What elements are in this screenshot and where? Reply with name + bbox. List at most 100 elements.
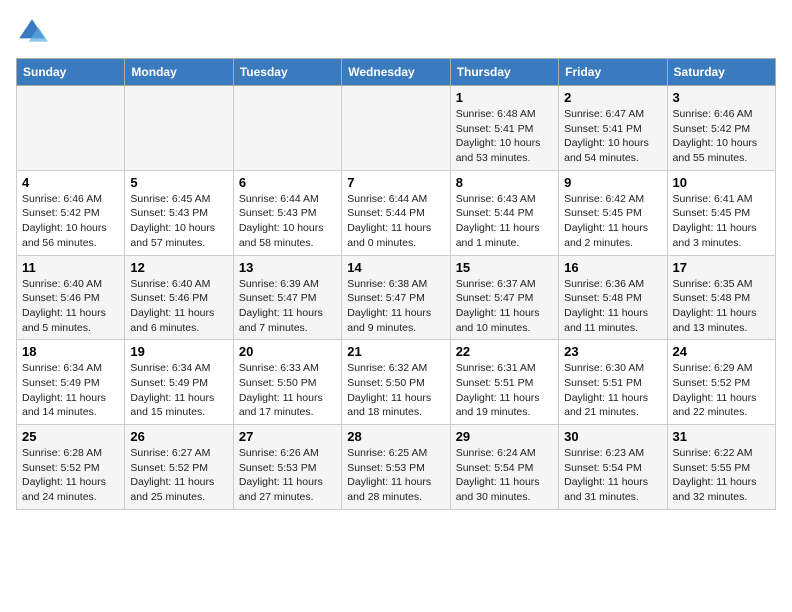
calendar-table: SundayMondayTuesdayWednesdayThursdayFrid… (16, 58, 776, 510)
cell-info: Sunrise: 6:22 AM Sunset: 5:55 PM Dayligh… (673, 446, 770, 505)
date-number: 2 (564, 90, 661, 105)
calendar-cell: 18Sunrise: 6:34 AM Sunset: 5:49 PM Dayli… (17, 340, 125, 425)
calendar-week-row: 11 Sunrise: 6:40 AM Sunset: 5:46 PM Dayli… (17, 255, 776, 340)
cell-info: Sunrise: 6:47 AM Sunset: 5:41 PM Dayligh… (564, 107, 661, 166)
day-header-tuesday: Tuesday (233, 59, 341, 86)
calendar-cell: 29 Sunrise: 6:24 AM Sunset: 5:54 PM Dayli… (450, 425, 558, 510)
calendar-cell: 30 Sunrise: 6:23 AM Sunset: 5:54 PM Dayli… (559, 425, 667, 510)
calendar-cell: 13Sunrise: 6:39 AM Sunset: 5:47 PM Dayli… (233, 255, 341, 340)
calendar-cell: 1 Sunrise: 6:48 AM Sunset: 5:41 PM Daylig… (450, 86, 558, 171)
calendar-cell: 23Sunrise: 6:30 AM Sunset: 5:51 PM Dayli… (559, 340, 667, 425)
cell-info: Sunrise: 6:41 AM Sunset: 5:45 PM Dayligh… (673, 192, 770, 251)
cell-info: Sunrise: 6:32 AM Sunset: 5:50 PM Dayligh… (347, 361, 444, 420)
date-number: 27 (239, 429, 336, 444)
calendar-cell: 3 Sunrise: 6:46 AM Sunset: 5:42 PM Daylig… (667, 86, 775, 171)
calendar-cell: 17 Sunrise: 6:35 AM Sunset: 5:48 PM Dayli… (667, 255, 775, 340)
date-number: 9 (564, 175, 661, 190)
date-number: 19 (130, 344, 227, 359)
date-number: 30 (564, 429, 661, 444)
cell-info: Sunrise: 6:28 AM Sunset: 5:52 PM Dayligh… (22, 446, 119, 505)
day-header-wednesday: Wednesday (342, 59, 450, 86)
cell-info: Sunrise: 6:33 AM Sunset: 5:50 PM Dayligh… (239, 361, 336, 420)
cell-info: Sunrise: 6:40 AM Sunset: 5:46 PM Dayligh… (22, 277, 119, 336)
date-number: 24 (673, 344, 770, 359)
calendar-cell (17, 86, 125, 171)
date-number: 25 (22, 429, 119, 444)
date-number: 4 (22, 175, 119, 190)
cell-info: Sunrise: 6:31 AM Sunset: 5:51 PM Dayligh… (456, 361, 553, 420)
calendar-cell (125, 86, 233, 171)
cell-info: Sunrise: 6:30 AM Sunset: 5:51 PM Dayligh… (564, 361, 661, 420)
calendar-week-row: 18 Sunrise: 6:34 AM Sunset: 5:49 PM Dayli… (17, 340, 776, 425)
calendar-cell: 31 Sunrise: 6:22 AM Sunset: 5:55 PM Dayli… (667, 425, 775, 510)
cell-info: Sunrise: 6:29 AM Sunset: 5:52 PM Dayligh… (673, 361, 770, 420)
cell-info: Sunrise: 6:46 AM Sunset: 5:42 PM Dayligh… (673, 107, 770, 166)
date-number: 11 (22, 260, 119, 275)
calendar-cell: 15Sunrise: 6:37 AM Sunset: 5:47 PM Dayli… (450, 255, 558, 340)
calendar-cell (233, 86, 341, 171)
calendar-cell: 25 Sunrise: 6:28 AM Sunset: 5:52 PM Dayli… (17, 425, 125, 510)
date-number: 26 (130, 429, 227, 444)
date-number: 6 (239, 175, 336, 190)
date-number: 3 (673, 90, 770, 105)
date-number: 12 (130, 260, 227, 275)
cell-info: Sunrise: 6:23 AM Sunset: 5:54 PM Dayligh… (564, 446, 661, 505)
cell-info: Sunrise: 6:38 AM Sunset: 5:47 PM Dayligh… (347, 277, 444, 336)
calendar-cell: 28 Sunrise: 6:25 AM Sunset: 5:53 PM Dayli… (342, 425, 450, 510)
calendar-week-row: 1 Sunrise: 6:48 AM Sunset: 5:41 PM Daylig… (17, 86, 776, 171)
calendar-cell: 19 Sunrise: 6:34 AM Sunset: 5:49 PM Dayli… (125, 340, 233, 425)
date-number: 31 (673, 429, 770, 444)
calendar-cell: 14Sunrise: 6:38 AM Sunset: 5:47 PM Dayli… (342, 255, 450, 340)
cell-info: Sunrise: 6:25 AM Sunset: 5:53 PM Dayligh… (347, 446, 444, 505)
calendar-header-row: SundayMondayTuesdayWednesdayThursdayFrid… (17, 59, 776, 86)
cell-info: Sunrise: 6:34 AM Sunset: 5:49 PM Dayligh… (130, 361, 227, 420)
cell-info: Sunrise: 6:42 AM Sunset: 5:45 PM Dayligh… (564, 192, 661, 251)
cell-info: Sunrise: 6:45 AM Sunset: 5:43 PM Dayligh… (130, 192, 227, 251)
date-number: 18 (22, 344, 119, 359)
date-number: 7 (347, 175, 444, 190)
cell-info: Sunrise: 6:44 AM Sunset: 5:43 PM Dayligh… (239, 192, 336, 251)
date-number: 17 (673, 260, 770, 275)
cell-info: Sunrise: 6:35 AM Sunset: 5:48 PM Dayligh… (673, 277, 770, 336)
date-number: 16 (564, 260, 661, 275)
date-number: 20 (239, 344, 336, 359)
date-number: 28 (347, 429, 444, 444)
date-number: 10 (673, 175, 770, 190)
cell-info: Sunrise: 6:44 AM Sunset: 5:44 PM Dayligh… (347, 192, 444, 251)
calendar-cell: 9 Sunrise: 6:42 AM Sunset: 5:45 PM Daylig… (559, 170, 667, 255)
calendar-cell: 12 Sunrise: 6:40 AM Sunset: 5:46 PM Dayli… (125, 255, 233, 340)
calendar-cell: 2 Sunrise: 6:47 AM Sunset: 5:41 PM Daylig… (559, 86, 667, 171)
cell-info: Sunrise: 6:43 AM Sunset: 5:44 PM Dayligh… (456, 192, 553, 251)
cell-info: Sunrise: 6:36 AM Sunset: 5:48 PM Dayligh… (564, 277, 661, 336)
cell-info: Sunrise: 6:39 AM Sunset: 5:47 PM Dayligh… (239, 277, 336, 336)
date-number: 8 (456, 175, 553, 190)
calendar-cell: 8 Sunrise: 6:43 AM Sunset: 5:44 PM Daylig… (450, 170, 558, 255)
logo (16, 16, 52, 48)
calendar-cell: 27 Sunrise: 6:26 AM Sunset: 5:53 PM Dayli… (233, 425, 341, 510)
calendar-cell: 7 Sunrise: 6:44 AM Sunset: 5:44 PM Daylig… (342, 170, 450, 255)
calendar-cell: 6 Sunrise: 6:44 AM Sunset: 5:43 PM Daylig… (233, 170, 341, 255)
calendar-cell: 24 Sunrise: 6:29 AM Sunset: 5:52 PM Dayli… (667, 340, 775, 425)
date-number: 21 (347, 344, 444, 359)
cell-info: Sunrise: 6:24 AM Sunset: 5:54 PM Dayligh… (456, 446, 553, 505)
calendar-cell: 10 Sunrise: 6:41 AM Sunset: 5:45 PM Dayli… (667, 170, 775, 255)
cell-info: Sunrise: 6:48 AM Sunset: 5:41 PM Dayligh… (456, 107, 553, 166)
day-header-friday: Friday (559, 59, 667, 86)
calendar-cell: 16 Sunrise: 6:36 AM Sunset: 5:48 PM Dayli… (559, 255, 667, 340)
day-header-sunday: Sunday (17, 59, 125, 86)
day-header-thursday: Thursday (450, 59, 558, 86)
date-number: 29 (456, 429, 553, 444)
cell-info: Sunrise: 6:40 AM Sunset: 5:46 PM Dayligh… (130, 277, 227, 336)
calendar-cell: 22Sunrise: 6:31 AM Sunset: 5:51 PM Dayli… (450, 340, 558, 425)
cell-info: Sunrise: 6:26 AM Sunset: 5:53 PM Dayligh… (239, 446, 336, 505)
calendar-cell: 21 Sunrise: 6:32 AM Sunset: 5:50 PM Dayli… (342, 340, 450, 425)
date-number: 5 (130, 175, 227, 190)
cell-info: Sunrise: 6:46 AM Sunset: 5:42 PM Dayligh… (22, 192, 119, 251)
date-number: 15 (456, 260, 553, 275)
calendar-week-row: 25 Sunrise: 6:28 AM Sunset: 5:52 PM Dayli… (17, 425, 776, 510)
calendar-cell (342, 86, 450, 171)
calendar-week-row: 4 Sunrise: 6:46 AM Sunset: 5:42 PM Daylig… (17, 170, 776, 255)
header (16, 16, 776, 48)
calendar-cell: 4 Sunrise: 6:46 AM Sunset: 5:42 PM Daylig… (17, 170, 125, 255)
date-number: 1 (456, 90, 553, 105)
